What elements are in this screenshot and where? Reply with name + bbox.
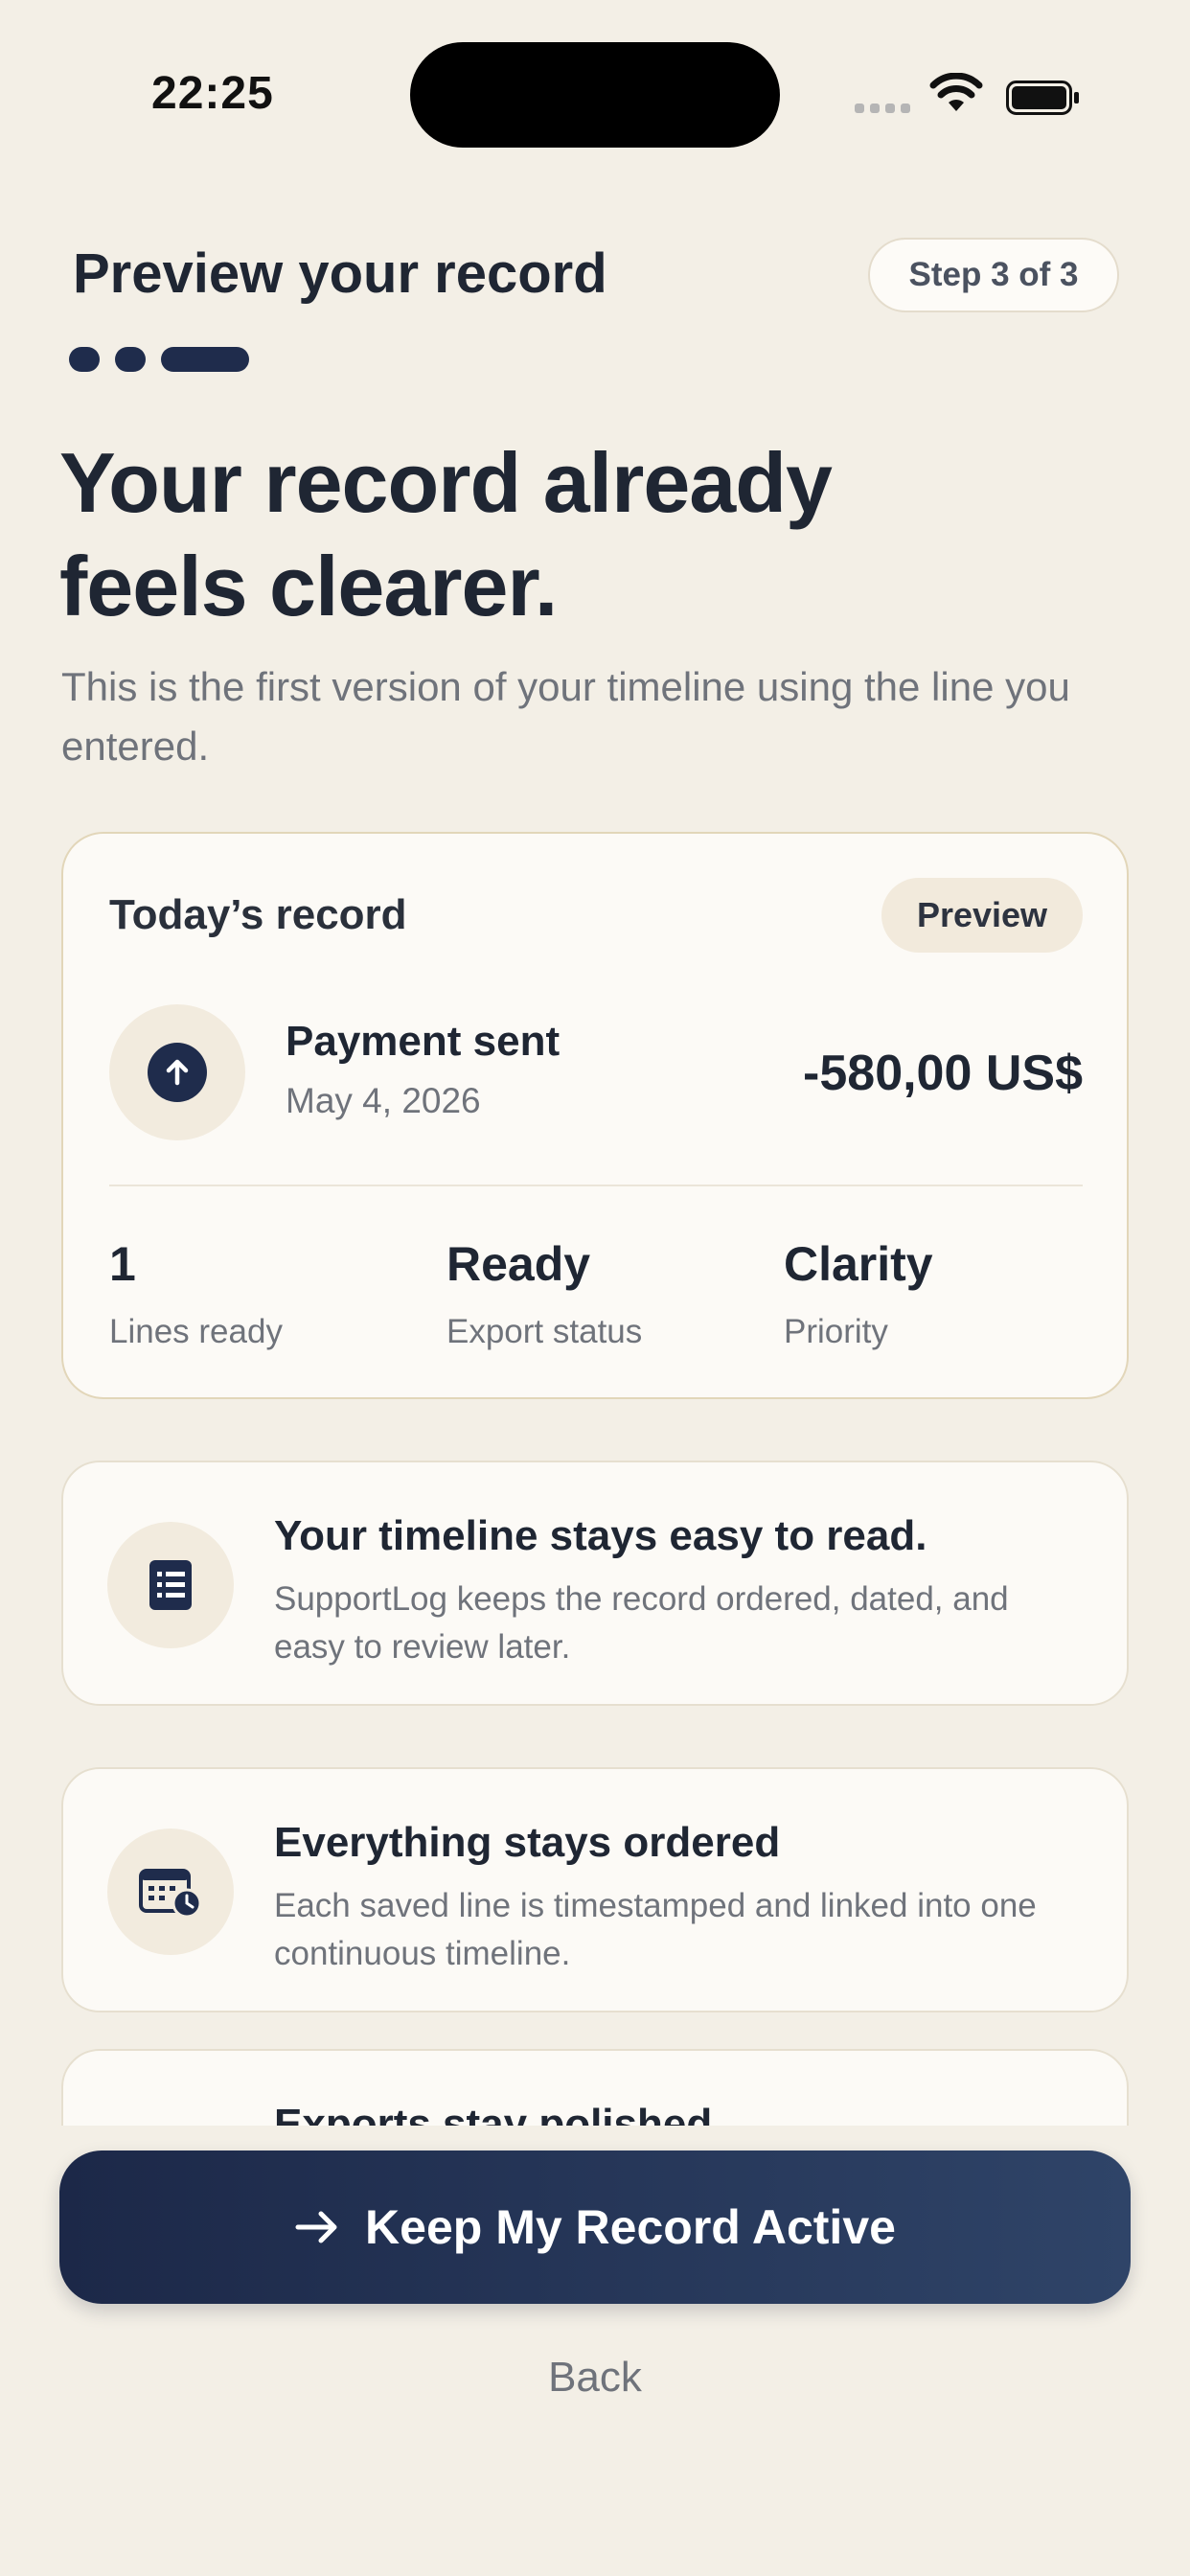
back-button[interactable]: Back (0, 2354, 1190, 2402)
hero-headline-line2: feels clearer. (59, 539, 558, 633)
arrow-up-icon (166, 1059, 189, 1086)
screen: 22:25 Preview your record Step 3 of 3 Yo… (0, 0, 1190, 2576)
arrow-right-icon (295, 2211, 337, 2243)
scroll-clip: Exports stay polished (0, 2049, 1190, 2126)
status-time: 22:25 (151, 68, 274, 119)
stat-label: Export status (446, 1313, 643, 1350)
feature-card-timeline: Your timeline stays easy to read. Suppor… (61, 1460, 1129, 1706)
cellular-signal-icon (855, 104, 910, 113)
stat-priority: Clarity Priority (784, 1236, 933, 1351)
document-list-icon (149, 1560, 192, 1610)
preview-badge: Preview (881, 878, 1083, 953)
feature-card-ordered: Everything stays ordered Each saved line… (61, 1767, 1129, 2012)
stat-label: Lines ready (109, 1313, 283, 1350)
payment-icon-circle (109, 1004, 245, 1140)
feature-icon-circle (107, 1522, 234, 1648)
step-progress-indicator (69, 347, 249, 372)
divider (109, 1184, 1083, 1186)
step-badge: Step 3 of 3 (868, 238, 1119, 312)
feature-card-exports: Exports stay polished (61, 2049, 1129, 2126)
battery-icon (1006, 80, 1079, 115)
feature-description: SupportLog keeps the record ordered, dat… (274, 1580, 1009, 1666)
feature-title: Everything stays ordered (274, 1819, 781, 1866)
stat-export-status: Ready Export status (446, 1236, 642, 1351)
keep-record-active-button[interactable]: Keep My Record Active (59, 2150, 1131, 2304)
wifi-icon (929, 73, 983, 111)
record-card-title: Today’s record (109, 891, 407, 938)
cta-label: Keep My Record Active (365, 2200, 896, 2254)
stat-value: Ready (446, 1237, 591, 1291)
payment-date: May 4, 2026 (286, 1081, 481, 1120)
feature-title: Exports stay polished (274, 2101, 713, 2126)
feature-title: Your timeline stays easy to read. (274, 1512, 927, 1559)
dynamic-island (410, 42, 780, 148)
progress-dot (69, 347, 100, 372)
hero-headline-line1: Your record already (59, 435, 833, 530)
calendar-clock-icon (139, 1869, 202, 1919)
feature-icon-circle (107, 1828, 234, 1955)
hero-headline: Your record already feels clearer. (59, 431, 1113, 638)
payment-title: Payment sent (286, 1018, 561, 1065)
progress-dot (115, 347, 146, 372)
payment-amount: -580,00 US$ (803, 1046, 1083, 1101)
stat-value: 1 (109, 1237, 136, 1291)
progress-dot-active (161, 347, 249, 372)
hero-subtitle: This is the first version of your timeli… (61, 664, 1070, 769)
stat-lines-ready: 1 Lines ready (109, 1236, 283, 1351)
stat-value: Clarity (784, 1237, 933, 1291)
feature-description: Each saved line is timestamped and linke… (274, 1887, 1037, 1972)
page-title: Preview your record (73, 242, 607, 305)
record-preview-card: Today’s record Preview Payment sent May … (61, 832, 1129, 1399)
stat-label: Priority (784, 1313, 888, 1350)
